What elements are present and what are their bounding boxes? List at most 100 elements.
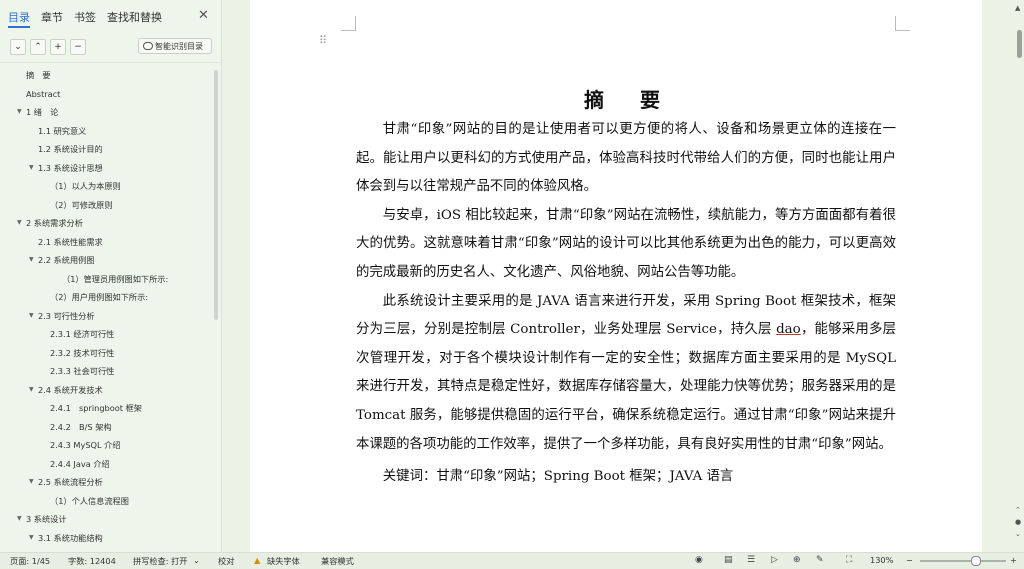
- toc-item-label: 1.3 系统设计思想: [38, 162, 103, 173]
- chevron-down-icon[interactable]: ⌄: [193, 555, 200, 565]
- add-heading-button[interactable]: +: [50, 39, 66, 55]
- toc-item[interactable]: ▼ 1 绪 论: [0, 103, 214, 121]
- toc-expand-arrow-icon[interactable]: ▼: [17, 103, 22, 121]
- remove-heading-button[interactable]: −: [70, 39, 86, 55]
- toc-item-label: 2.1 系统性能需求: [38, 236, 103, 247]
- toc-item-label: 2.4.4 Java 介绍: [50, 458, 110, 469]
- paragraph-1: 甘肃“印象”网站的目的是让使用者可以更方便的将人、设备和场景更立体的连接在一起。…: [356, 122, 896, 195]
- toc-expand-arrow-icon[interactable]: ▼: [29, 473, 34, 491]
- toc-item[interactable]: （2）用户用例图如下所示:: [0, 288, 214, 306]
- toc-item[interactable]: 摘 要: [0, 66, 214, 84]
- toc-item[interactable]: ▼ 2 系统需求分析: [0, 214, 214, 232]
- status-bar: 页面: 1/45 字数: 12404 拼写检查: 打开 ⌄ 校对 ▲ 缺失字体 …: [0, 552, 1024, 569]
- toc-item-label: 2.3.2 技术可行性: [50, 347, 115, 358]
- prev-page-icon[interactable]: ⌃: [1015, 506, 1021, 514]
- zoom-out-button[interactable]: −: [906, 555, 913, 565]
- collapse-all-button[interactable]: ⌄: [10, 39, 26, 55]
- toc-item-label: 2.4 系统开发技术: [38, 384, 103, 395]
- toc-item-label: 2.4.2 B/S 架构: [50, 421, 112, 432]
- page-view-icon[interactable]: ▤: [724, 555, 733, 565]
- toc-item[interactable]: 2.4.3 MySQL 介绍: [0, 436, 214, 454]
- tab-toc[interactable]: 目录: [8, 9, 30, 25]
- next-page-icon[interactable]: ⌄: [1015, 530, 1021, 538]
- zoom-slider[interactable]: [920, 560, 1006, 562]
- keywords-line: 关键词：甘肃“印象”网站；Spring Boot 框架；JAVA 语言: [356, 463, 896, 492]
- toc-expand-arrow-icon[interactable]: ▼: [29, 381, 34, 399]
- toc-item[interactable]: （1）以人为本原则: [0, 177, 214, 195]
- vertical-scrollbar[interactable]: [1016, 0, 1024, 552]
- zoom-slider-handle[interactable]: [971, 556, 981, 566]
- scroll-up-icon[interactable]: ▲: [1015, 4, 1020, 12]
- toc-item[interactable]: 2.1 系统性能需求: [0, 233, 214, 251]
- toc-item-label: 2 系统需求分析: [26, 218, 83, 228]
- spell-check-toggle[interactable]: 拼写检查: 打开: [133, 555, 188, 567]
- toc-item-label: 3.1 系统功能结构: [38, 532, 103, 543]
- toc-item-label: 摘 要: [26, 70, 51, 80]
- play-icon[interactable]: ▷: [771, 555, 778, 565]
- zoom-in-button[interactable]: +: [1010, 555, 1017, 565]
- toc-item[interactable]: ▼ 2.3 可行性分析: [0, 307, 214, 325]
- spellcheck-word[interactable]: dao: [776, 322, 801, 337]
- tab-bookmarks[interactable]: 书签: [74, 9, 96, 25]
- toc-expand-arrow-icon[interactable]: ▼: [29, 307, 34, 325]
- toc-expand-arrow-icon[interactable]: ▼: [29, 529, 34, 547]
- toc-item[interactable]: （2）可修改原则: [0, 196, 214, 214]
- warning-icon: ▲: [254, 555, 261, 565]
- smart-toc-label: 智能识别目录: [155, 42, 203, 51]
- toc-item-label: （1）管理员用例图如下所示:: [62, 273, 169, 284]
- tab-chapters[interactable]: 章节: [41, 9, 63, 25]
- document-body[interactable]: 甘肃“印象”网站的目的是让使用者可以更方便的将人、设备和场景更立体的连接在一起。…: [356, 116, 896, 492]
- toc-item[interactable]: （1）个人信息流程图: [0, 492, 214, 510]
- toc-item[interactable]: （1）管理员用例图如下所示:: [0, 270, 214, 288]
- toc-expand-arrow-icon[interactable]: ▼: [29, 251, 34, 269]
- expand-all-button[interactable]: ⌃: [30, 39, 46, 55]
- toc-item[interactable]: Abstract: [0, 85, 214, 103]
- document-page[interactable]: ⠿ 摘 要 甘肃“印象”网站的目的是让使用者可以更方便的将人、设备和场景更立体的…: [250, 0, 982, 552]
- web-view-icon[interactable]: ⊕: [793, 555, 801, 565]
- toc-item[interactable]: ▼ 2.4 系统开发技术: [0, 381, 214, 399]
- toc-item[interactable]: ▼ 3 系统设计: [0, 510, 214, 528]
- pen-icon[interactable]: ✎: [816, 555, 824, 565]
- keywords-label: 关键词：: [382, 469, 437, 485]
- navigation-pane: 目录 章节 书签 查找和替换 ✕ ⌄ ⌃ + − 智能识别目录 摘 要 Abstr…: [0, 0, 222, 552]
- toc-item[interactable]: 2.3.3 社会可行性: [0, 362, 214, 380]
- toc-item[interactable]: ▼ 3.1 系统功能结构: [0, 529, 214, 547]
- word-count[interactable]: 字数: 12404: [68, 555, 116, 567]
- toc-list: 摘 要 Abstract ▼ 1 绪 论 1.1 研究意义 1.2 系统设计目的 ▼ 1.3 …: [0, 66, 214, 552]
- toc-item-label: 2.4.3 MySQL 介绍: [50, 440, 121, 450]
- toc-item[interactable]: 1.2 系统设计目的: [0, 140, 214, 158]
- toc-item[interactable]: 2.4.1 springboot 框架: [0, 399, 214, 417]
- toc-item-label: 1.2 系统设计目的: [38, 144, 103, 154]
- page-indicator[interactable]: 页面: 1/45: [10, 555, 50, 567]
- missing-font-button[interactable]: 缺失字体: [267, 555, 300, 567]
- toc-item[interactable]: 1.1 研究意义: [0, 122, 214, 140]
- toc-item[interactable]: ▼ 2.5 系统流程分析: [0, 473, 214, 491]
- toc-item[interactable]: ▼ 2.2 系统用例图: [0, 251, 214, 269]
- toc-item[interactable]: 2.4.4 Java 介绍: [0, 455, 214, 473]
- toc-item-label: Abstract: [26, 88, 61, 99]
- toc-item[interactable]: 2.3.2 技术可行性: [0, 344, 214, 362]
- select-browse-icon[interactable]: ●: [1015, 518, 1021, 526]
- toc-scrollbar[interactable]: [214, 70, 218, 320]
- eye-icon[interactable]: ◉: [695, 555, 703, 565]
- toc-item-label: 2.4.1 springboot 框架: [50, 403, 142, 413]
- toc-item[interactable]: 2.3.1 经济可行性: [0, 325, 214, 343]
- scrollbar-thumb[interactable]: [1017, 30, 1022, 58]
- toc-item[interactable]: ▼ 1.3 系统设计思想: [0, 159, 214, 177]
- smart-toc-button[interactable]: 智能识别目录: [138, 38, 212, 54]
- zoom-level[interactable]: 130%: [870, 555, 893, 565]
- outline-view-icon[interactable]: ☰: [747, 555, 755, 565]
- keywords-text: 甘肃“印象”网站；Spring Boot 框架；JAVA 语言: [436, 469, 734, 485]
- toc-item-label: （2）可修改原则: [50, 199, 113, 210]
- fit-page-icon[interactable]: ⛶: [846, 555, 852, 565]
- tab-find-replace[interactable]: 查找和替换: [107, 9, 162, 25]
- toc-expand-arrow-icon[interactable]: ▼: [17, 510, 22, 528]
- proofread-button[interactable]: 校对: [218, 555, 234, 567]
- drag-handle-icon[interactable]: ⠿: [319, 34, 327, 47]
- close-icon[interactable]: ✕: [198, 8, 209, 23]
- toc-expand-arrow-icon[interactable]: ▼: [29, 159, 34, 177]
- toc-item-label: 2.3.3 社会可行性: [50, 366, 115, 376]
- toc-expand-arrow-icon[interactable]: ▼: [17, 214, 22, 232]
- toc-item[interactable]: 2.4.2 B/S 架构: [0, 418, 214, 436]
- toc-item-label: （1）个人信息流程图: [50, 495, 129, 506]
